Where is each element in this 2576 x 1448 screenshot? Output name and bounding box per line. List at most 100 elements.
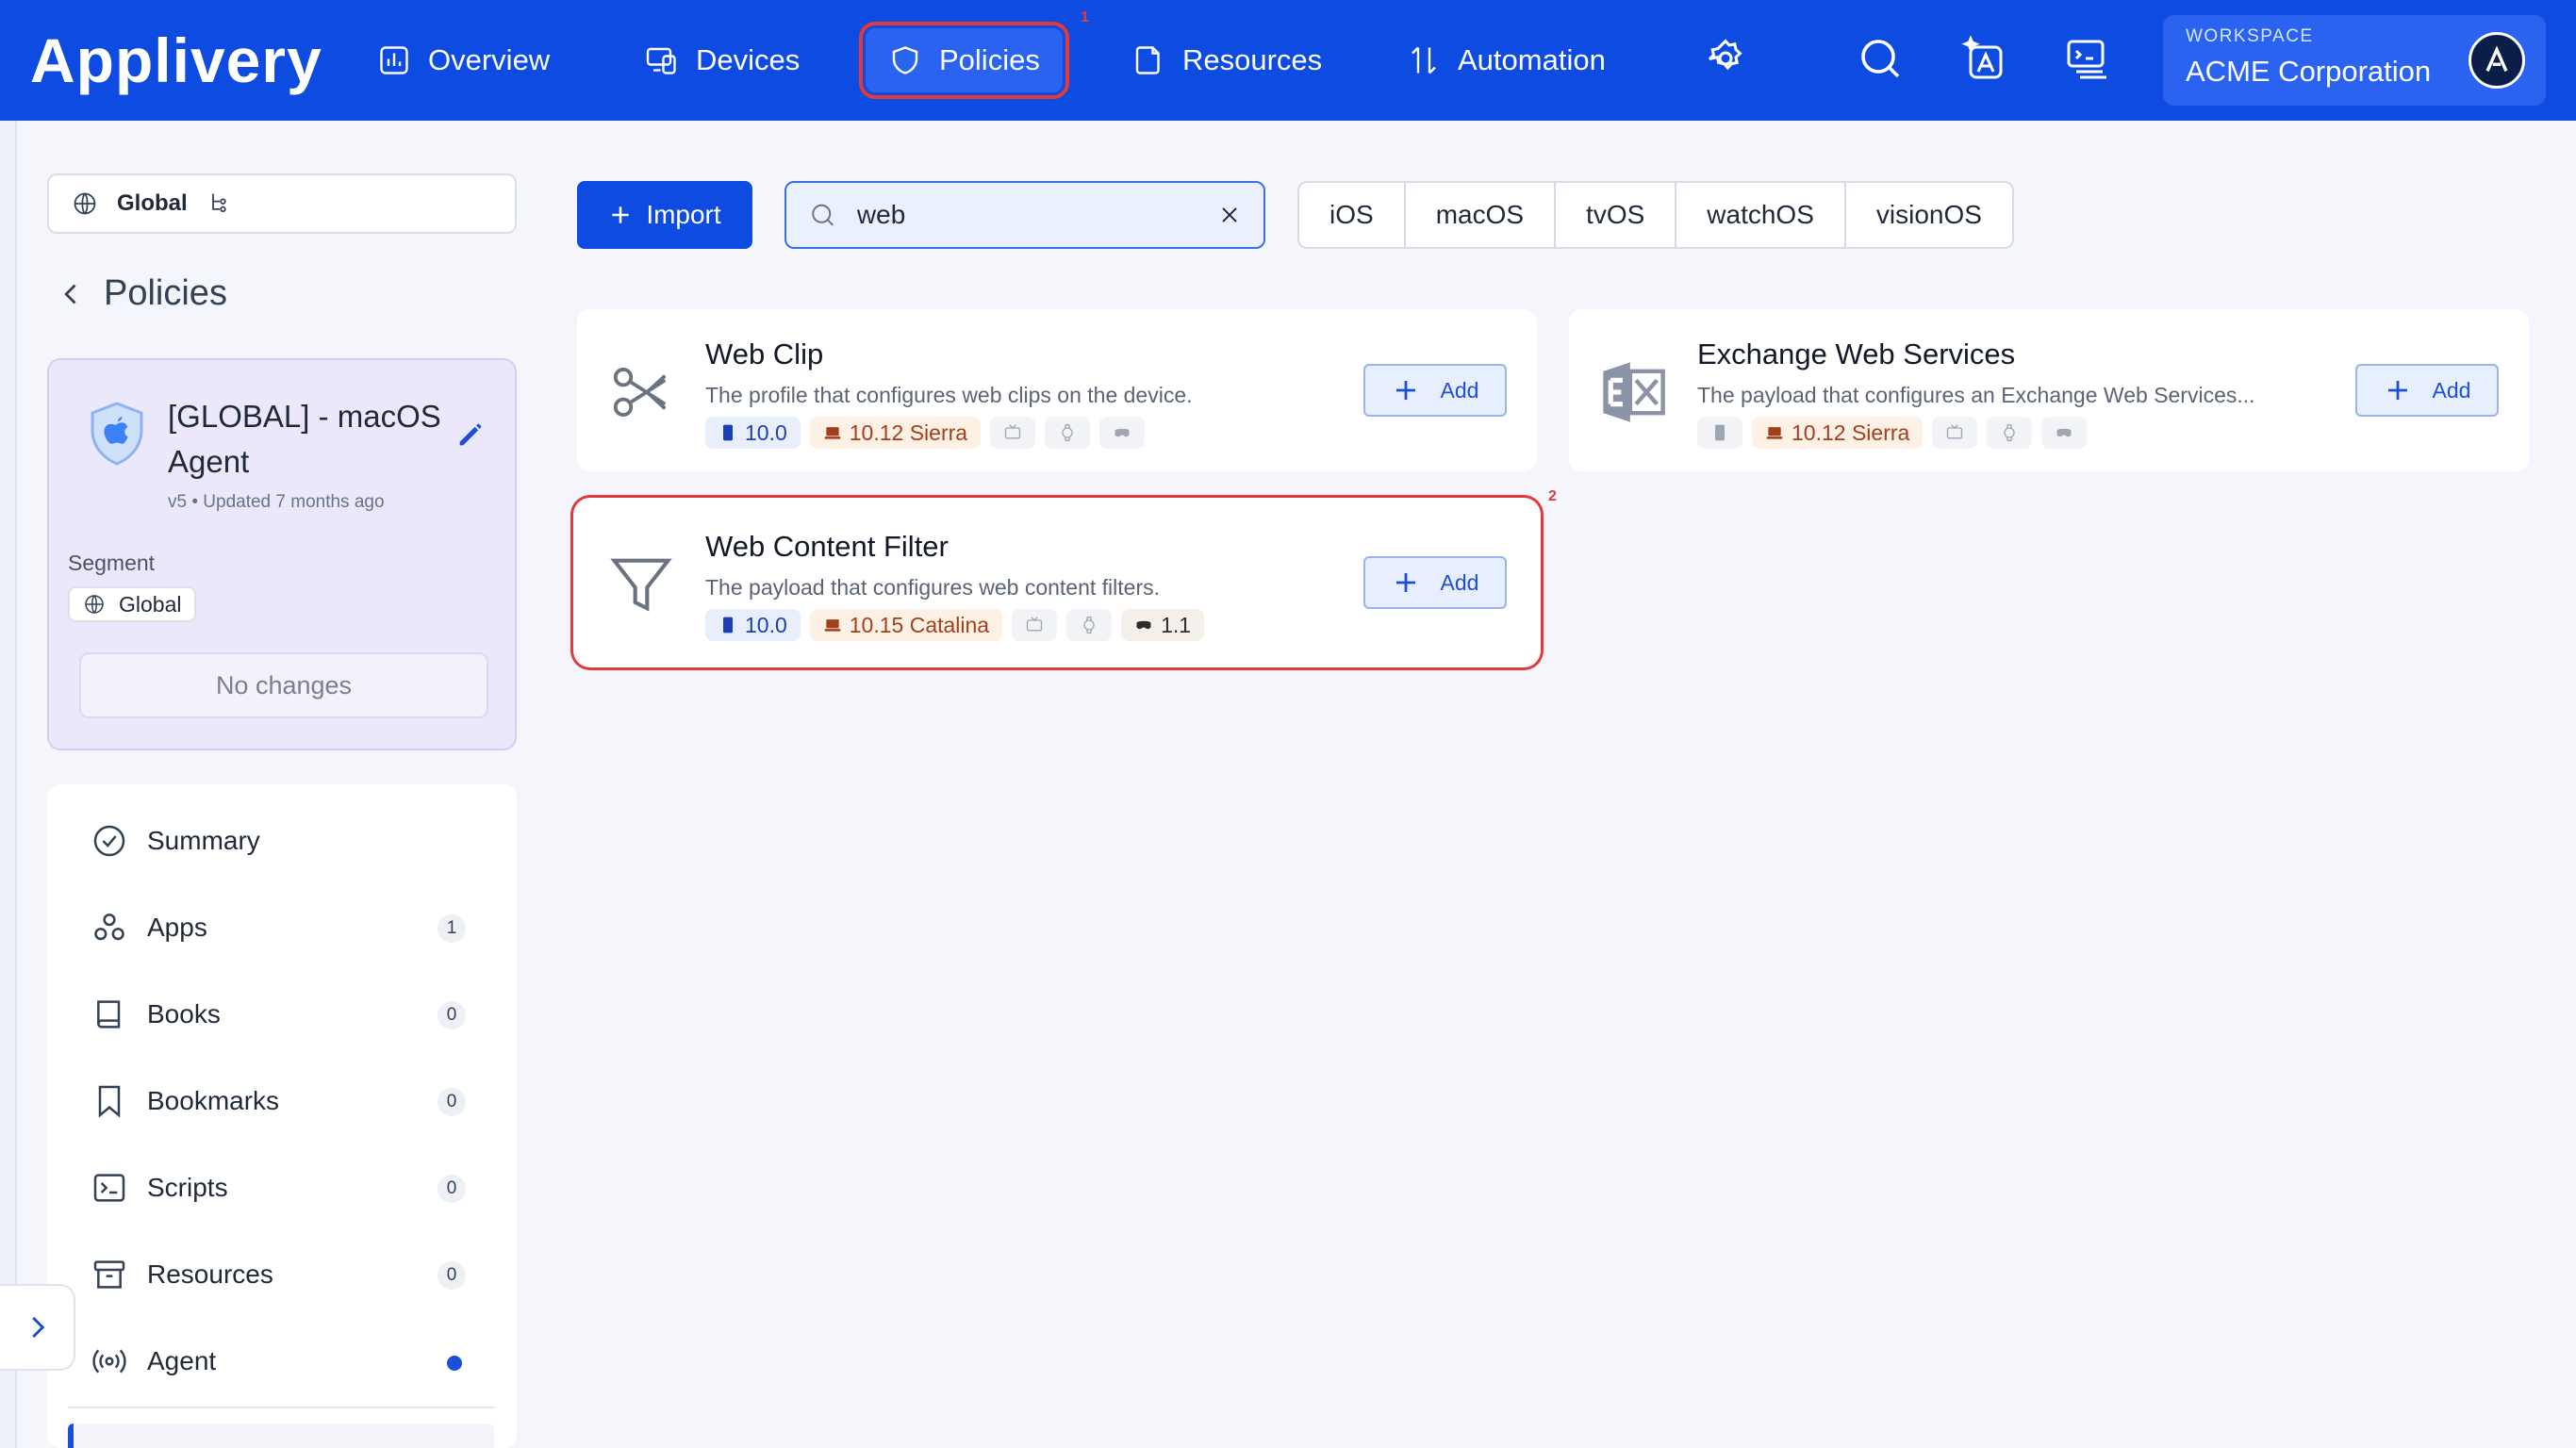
policy-summary-card: [GLOBAL] - macOS Agent v5 • Updated 7 mo…: [47, 358, 517, 750]
menu-item-resources[interactable]: Resources 0: [91, 1246, 487, 1303]
menu-item-bookmarks[interactable]: Bookmarks 0: [91, 1073, 487, 1129]
tvos-badge: [1012, 609, 1058, 641]
macos-version: 10.15 Catalina: [849, 612, 990, 637]
card-description: The profile that configures web clips on…: [705, 383, 1193, 407]
back-label: Policies: [104, 273, 227, 313]
search-input[interactable]: [856, 200, 1197, 230]
watchos-badge: [1045, 417, 1091, 449]
scope-selector[interactable]: Global: [47, 173, 517, 234]
card-title: Exchange Web Services: [1697, 337, 2016, 370]
nav-automation-label: Automation: [1458, 43, 1606, 76]
add-label: Add: [2432, 377, 2471, 403]
chevron-right-icon: [32, 1316, 45, 1339]
settings-button[interactable]: [1701, 34, 1750, 83]
tv-icon: [1947, 424, 1963, 439]
no-changes-button[interactable]: No changes: [79, 652, 488, 718]
os-filter-visionos[interactable]: visionOS: [1846, 183, 2012, 247]
policies-marker: 1: [1081, 9, 1089, 25]
chart-icon: [380, 46, 408, 74]
ios-badge: [1697, 417, 1742, 449]
import-button[interactable]: Import: [577, 181, 752, 249]
watchos-badge: [1987, 417, 2033, 449]
nav-automation[interactable]: Automation: [1384, 28, 1628, 92]
platform-badges: 10.0 10.15 Catalina 1.1: [705, 609, 1205, 641]
resources-icon: [1135, 46, 1160, 74]
menu-item-scripts[interactable]: Scripts 0: [91, 1160, 487, 1216]
nav-policies[interactable]: Policies: [866, 28, 1063, 92]
ai-assistant-button[interactable]: [1959, 34, 2008, 83]
payload-card-exchange-web-services[interactable]: Exchange Web Services The payload that c…: [1569, 309, 2529, 471]
menu-item-books[interactable]: Books 0: [91, 986, 487, 1043]
payload-search: [784, 181, 1265, 249]
terminal-icon: [2067, 40, 2106, 79]
add-button[interactable]: Add: [1363, 364, 1507, 417]
add-label: Add: [1440, 377, 1479, 403]
close-icon[interactable]: [1218, 201, 1241, 229]
segment-label: Segment: [68, 551, 156, 575]
iphone-icon: [723, 617, 733, 634]
plus-icon: [612, 206, 629, 223]
archive-icon: [93, 1260, 125, 1289]
visionos-badge: [1099, 417, 1146, 449]
menu-item-agent[interactable]: Agent: [91, 1333, 487, 1390]
sparkle-icon: [1961, 36, 2003, 79]
pencil-icon[interactable]: [454, 419, 487, 451]
workspace-switcher[interactable]: WORKSPACE ACME Corporation: [2163, 15, 2546, 106]
segment-value: Global: [119, 591, 182, 617]
remote-console-button[interactable]: [2063, 34, 2112, 83]
headset-icon: [1115, 428, 1130, 437]
segment-chip[interactable]: Global: [68, 586, 197, 622]
nav-policies-label: Policies: [939, 43, 1040, 76]
visionos-version: 1.1: [1161, 612, 1192, 637]
menu-divider: [68, 1407, 494, 1408]
card-title: Web Clip: [705, 337, 824, 370]
scripts-count: 0: [438, 1175, 466, 1203]
nav-devices[interactable]: Devices: [622, 28, 822, 92]
add-button[interactable]: Add: [2355, 364, 2499, 417]
macos-version: 10.12 Sierra: [1792, 420, 1910, 445]
plus-icon: [2387, 381, 2407, 400]
back-to-policies[interactable]: Policies: [58, 273, 227, 314]
os-filter-macos[interactable]: macOS: [1406, 183, 1557, 247]
card-description: The payload that configures web content …: [705, 575, 1161, 600]
hierarchy-icon: [211, 193, 226, 213]
os-filter-tvos[interactable]: tvOS: [1556, 183, 1677, 247]
payload-card-web-clip[interactable]: Web Clip The profile that configures web…: [577, 309, 1537, 471]
watch-icon: [2004, 424, 2015, 441]
chevron-left-icon: [64, 284, 76, 304]
payload-card-web-content-filter[interactable]: Web Content Filter The payload that conf…: [577, 502, 1537, 664]
menu-item-active-partial[interactable]: [68, 1423, 494, 1448]
automation-icon: [1412, 46, 1436, 74]
menu-item-label: Agent: [147, 1346, 217, 1375]
applivery-mark-icon: [2485, 45, 2508, 73]
global-search-button[interactable]: [1856, 34, 1905, 83]
agent-status-dot: [447, 1356, 462, 1371]
os-filter-ios[interactable]: iOS: [1299, 183, 1406, 247]
menu-item-summary[interactable]: Summary: [91, 813, 487, 869]
os-filter-watchos[interactable]: watchOS: [1676, 183, 1846, 247]
nav-overview-label: Overview: [428, 43, 551, 76]
resources-count: 0: [438, 1261, 466, 1290]
menu-item-label: Resources: [147, 1259, 273, 1289]
web-content-filter-marker: 2: [1548, 488, 1557, 504]
import-label: Import: [646, 200, 721, 229]
headset-icon: [1136, 620, 1151, 630]
check-circle-icon: [93, 825, 125, 857]
expand-sidebar-button[interactable]: [0, 1284, 75, 1371]
macos-version: 10.12 Sierra: [849, 420, 968, 445]
globe-icon: [74, 192, 96, 215]
exchange-icon: [1603, 362, 1665, 422]
laptop-icon: [1766, 427, 1783, 439]
applivery-logo[interactable]: Applivery: [30, 25, 322, 96]
macos-badge: 10.12 Sierra: [809, 417, 982, 449]
menu-item-apps[interactable]: Apps 1: [91, 899, 487, 956]
headset-icon: [2056, 428, 2072, 437]
nav-resources[interactable]: Resources: [1109, 28, 1345, 92]
add-button[interactable]: Add: [1363, 556, 1507, 609]
plus-icon: [1395, 381, 1415, 400]
menu-item-label: Scripts: [147, 1173, 228, 1202]
menu-item-label: Bookmarks: [147, 1086, 280, 1115]
nav-overview[interactable]: Overview: [355, 28, 572, 92]
iphone-icon: [1715, 424, 1725, 441]
apple-shield-icon: [91, 402, 143, 466]
